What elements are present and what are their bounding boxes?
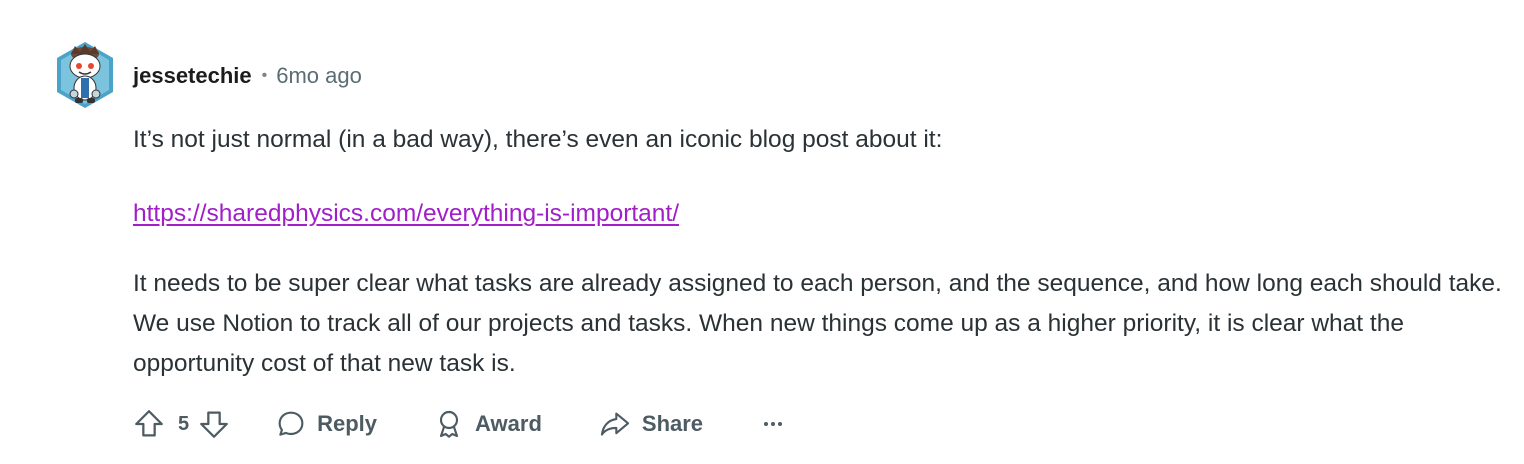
blog-post-link[interactable]: https://sharedphysics.com/everything-is-… — [133, 200, 679, 227]
upvote-button[interactable] — [130, 404, 168, 444]
user-avatar[interactable] — [54, 40, 116, 110]
reply-label: Reply — [317, 411, 378, 436]
downvote-button[interactable] — [195, 404, 233, 444]
ellipsis-icon — [761, 419, 785, 429]
more-options-button[interactable] — [761, 419, 785, 429]
comment-link-paragraph: https://sharedphysics.com/everything-is-… — [133, 194, 679, 234]
vote-group: 5 — [130, 404, 233, 444]
upvote-arrow-icon — [135, 410, 163, 437]
share-button[interactable]: Share — [598, 408, 703, 440]
award-ribbon-icon — [433, 408, 465, 440]
comment-actions: 5 Reply Award Share — [130, 402, 785, 446]
comment-paragraph: It’s not just normal (in a bad way), the… — [133, 126, 943, 153]
award-label: Award — [475, 411, 542, 436]
comment-timestamp[interactable]: 6mo ago — [276, 63, 362, 89]
share-arrow-icon — [598, 408, 632, 440]
reply-button[interactable]: Reply — [275, 408, 377, 440]
author-username[interactable]: jessetechie — [133, 63, 252, 89]
comment-paragraph: It needs to be super clear what tasks ar… — [133, 270, 1502, 377]
comment-meta: jessetechie • 6mo ago — [133, 58, 362, 94]
vote-score: 5 — [178, 412, 190, 435]
share-label: Share — [641, 411, 704, 436]
snoo-avatar-icon — [57, 42, 113, 108]
downvote-arrow-icon — [200, 411, 229, 438]
speech-bubble-icon — [275, 408, 307, 440]
meta-separator: • — [261, 67, 268, 84]
comment: jessetechie • 6mo ago It’s not just norm… — [0, 0, 1524, 464]
award-button[interactable]: Award — [433, 408, 542, 440]
